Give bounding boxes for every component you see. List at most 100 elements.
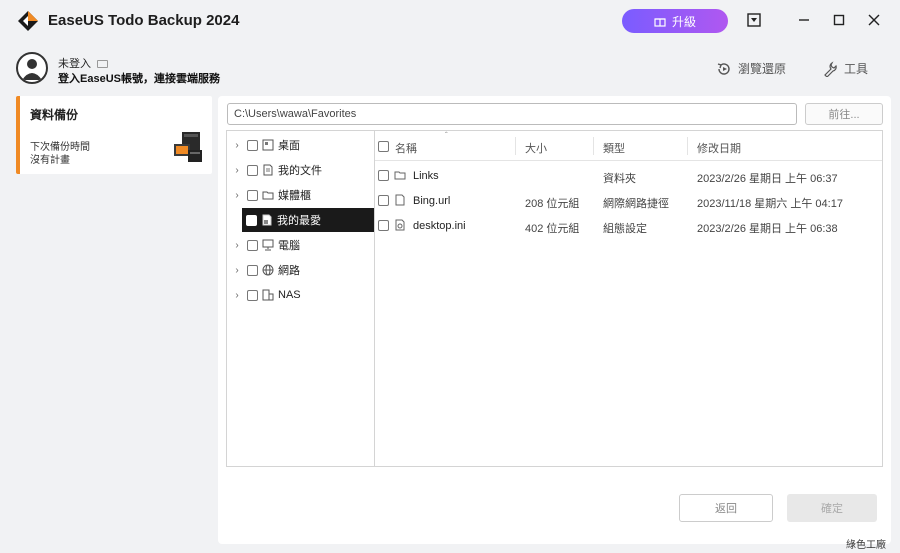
tree-item-nas[interactable]: › NAS — [227, 283, 374, 307]
checkbox[interactable] — [246, 214, 257, 226]
table-row[interactable]: Bing.url 208 位元組 網際網路捷徑 2023/11/18 星期六 上… — [375, 188, 882, 213]
tree-label: NAS — [278, 289, 301, 301]
chevron-right-icon[interactable]: › — [232, 190, 242, 201]
wrench-icon — [824, 60, 837, 77]
menu-dropdown-button[interactable] — [745, 11, 763, 29]
easeus-logo-icon — [18, 11, 38, 31]
user-name-label: 未登入 — [58, 58, 91, 70]
checkbox[interactable] — [247, 139, 258, 151]
folder-tree: › 桌面 › 我的文件 › 媒體櫃 › 我的最愛 › 電腦 — [226, 130, 374, 467]
chevron-right-icon[interactable]: › — [232, 290, 242, 301]
row-checkbox[interactable] — [378, 170, 389, 181]
file-type: 資料夾 — [603, 173, 636, 185]
upgrade-label: 升級 — [671, 14, 696, 29]
tools-label: 工具 — [844, 62, 869, 76]
settings-file-icon — [395, 219, 405, 231]
checkbox[interactable] — [247, 164, 258, 176]
tree-label: 我的文件 — [278, 165, 322, 177]
file-type: 組態設定 — [603, 223, 647, 235]
close-icon — [868, 14, 880, 26]
select-all-checkbox[interactable] — [378, 141, 389, 152]
user-name: 未登入 — [58, 55, 108, 71]
checkbox[interactable] — [247, 289, 258, 301]
network-icon — [262, 264, 274, 276]
header-size[interactable]: 大小 — [525, 140, 547, 156]
tools-button[interactable]: 工具 — [822, 60, 868, 77]
column-separator[interactable] — [687, 137, 688, 155]
computer-backup-icon — [174, 132, 202, 162]
chevron-right-icon[interactable]: › — [232, 265, 242, 276]
chevron-right-icon[interactable]: › — [232, 165, 242, 176]
main-panel: C:\Users\wawa\Favorites 前往... › 桌面 › 我的文… — [218, 96, 891, 544]
tree-item-desktop[interactable]: › 桌面 — [227, 133, 374, 157]
close-button[interactable] — [865, 11, 883, 29]
document-icon — [263, 164, 273, 176]
dropdown-box-icon — [747, 13, 761, 27]
browse-restore-button[interactable]: 瀏覽還原 — [716, 60, 786, 77]
file-name: Bing.url — [413, 195, 451, 207]
nas-icon — [262, 289, 274, 301]
header-name[interactable]: 名稱 — [395, 140, 417, 156]
file-name: desktop.ini — [413, 220, 466, 232]
header-date[interactable]: 修改日期 — [697, 140, 741, 156]
login-prompt[interactable]: 登入EaseUS帳號，連接雲端服務 — [58, 70, 220, 86]
favorites-icon — [262, 214, 272, 226]
data-backup-card[interactable]: 資料備份 下次備份時間 沒有計畫 — [16, 96, 212, 174]
watermark: 綠色工廠 — [846, 540, 886, 551]
checkbox[interactable] — [247, 264, 258, 276]
list-header: ˆ 名稱 大小 類型 修改日期 — [375, 131, 882, 161]
file-size: 208 位元組 — [525, 198, 580, 210]
chevron-right-icon[interactable]: › — [232, 240, 242, 251]
file-date: 2023/2/26 星期日 上午 06:38 — [697, 223, 838, 235]
minimize-icon — [799, 19, 809, 21]
browse-restore-label: 瀏覽還原 — [738, 62, 787, 76]
tree-item-computer[interactable]: › 電腦 — [227, 233, 374, 257]
file-size: 402 位元組 — [525, 223, 580, 235]
tree-item-network[interactable]: › 網路 — [227, 258, 374, 282]
ok-button[interactable]: 確定 — [787, 494, 877, 522]
file-type: 網際網路捷徑 — [603, 198, 669, 210]
desktop-icon — [262, 139, 274, 151]
computer-icon — [262, 239, 274, 251]
maximize-icon — [833, 14, 845, 26]
tree-label: 媒體櫃 — [278, 190, 311, 202]
column-separator[interactable] — [593, 137, 594, 155]
file-icon — [395, 194, 405, 206]
table-row[interactable]: Links 資料夾 2023/2/26 星期日 上午 06:37 — [375, 163, 882, 188]
column-separator[interactable] — [515, 137, 516, 155]
tree-label: 電腦 — [278, 240, 300, 252]
tree-label: 桌面 — [278, 140, 300, 152]
file-list: ˆ 名稱 大小 類型 修改日期 Links 資料夾 2023/2/26 星期日 … — [374, 130, 883, 467]
title-bar: EaseUS Todo Backup 2024 升級 — [0, 0, 900, 42]
avatar[interactable] — [16, 52, 48, 84]
table-row[interactable]: desktop.ini 402 位元組 組態設定 2023/2/26 星期日 上… — [375, 213, 882, 238]
backup-title: 資料備份 — [30, 108, 79, 122]
row-checkbox[interactable] — [378, 195, 389, 206]
file-date: 2023/2/26 星期日 上午 06:37 — [697, 173, 838, 185]
sort-caret-icon: ˆ — [445, 131, 448, 140]
folder-icon — [262, 191, 274, 200]
chevron-right-icon[interactable]: › — [232, 140, 242, 151]
tree-label: 網路 — [278, 265, 300, 277]
row-checkbox[interactable] — [378, 220, 389, 231]
message-icon[interactable] — [97, 60, 108, 69]
go-button[interactable]: 前往... — [805, 103, 883, 125]
tree-label: 我的最愛 — [277, 215, 321, 227]
header-type[interactable]: 類型 — [603, 140, 625, 156]
tree-item-libraries[interactable]: › 媒體櫃 — [227, 183, 374, 207]
checkbox[interactable] — [247, 239, 258, 251]
path-input[interactable]: C:\Users\wawa\Favorites — [227, 103, 797, 125]
maximize-button[interactable] — [830, 11, 848, 29]
back-button[interactable]: 返回 — [679, 494, 773, 522]
tree-item-favorites[interactable]: › 我的最愛 — [242, 208, 374, 232]
checkbox[interactable] — [247, 189, 258, 201]
minimize-button[interactable] — [795, 11, 813, 29]
gift-icon — [654, 18, 666, 27]
file-name: Links — [413, 170, 439, 182]
upgrade-button[interactable]: 升級 — [622, 9, 728, 33]
tree-item-documents[interactable]: › 我的文件 — [227, 158, 374, 182]
restore-icon — [717, 62, 730, 75]
folder-icon — [394, 171, 406, 180]
no-plan-label: 沒有計畫 — [30, 155, 70, 166]
user-icon — [22, 59, 42, 80]
